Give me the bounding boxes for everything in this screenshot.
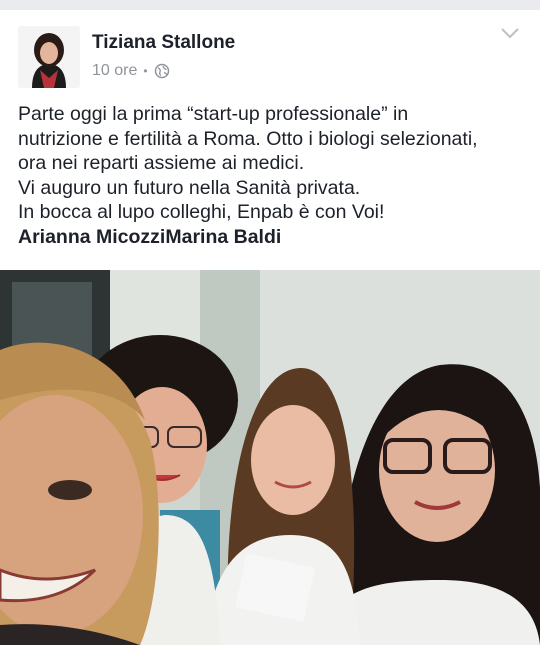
post-time[interactable]: 10 ore — [92, 62, 137, 80]
chevron-down-icon[interactable] — [500, 26, 520, 40]
post-header: Tiziana Stallone 10 ore • — [0, 10, 540, 92]
globe-icon — [154, 63, 170, 79]
meta-separator: • — [143, 64, 148, 78]
post-line: ora nei reparti assieme ai medici. — [18, 152, 305, 174]
post-line: Parte oggi la prima “start-up profession… — [18, 103, 409, 125]
post-photo[interactable] — [0, 270, 540, 645]
tagged-people: Arianna MicozziMarina Baldi — [18, 225, 526, 250]
post-meta: 10 ore • — [92, 62, 170, 80]
post-line: Vi auguro un futuro nella Sanità privata… — [18, 176, 361, 199]
post-line: nutrizione e fertilità a Roma. Otto i bi… — [18, 127, 478, 150]
post-line: In bocca al lupo colleghi, Enpab è con V… — [18, 201, 385, 223]
post-text: Parte oggi la prima “start-up profession… — [18, 102, 526, 249]
author-name[interactable]: Tiziana Stallone — [92, 32, 235, 54]
tag-link[interactable]: Arianna Micozzi — [18, 226, 165, 248]
tag-link[interactable]: Marina Baldi — [165, 226, 281, 248]
avatar[interactable] — [18, 26, 80, 88]
top-divider — [0, 0, 540, 10]
